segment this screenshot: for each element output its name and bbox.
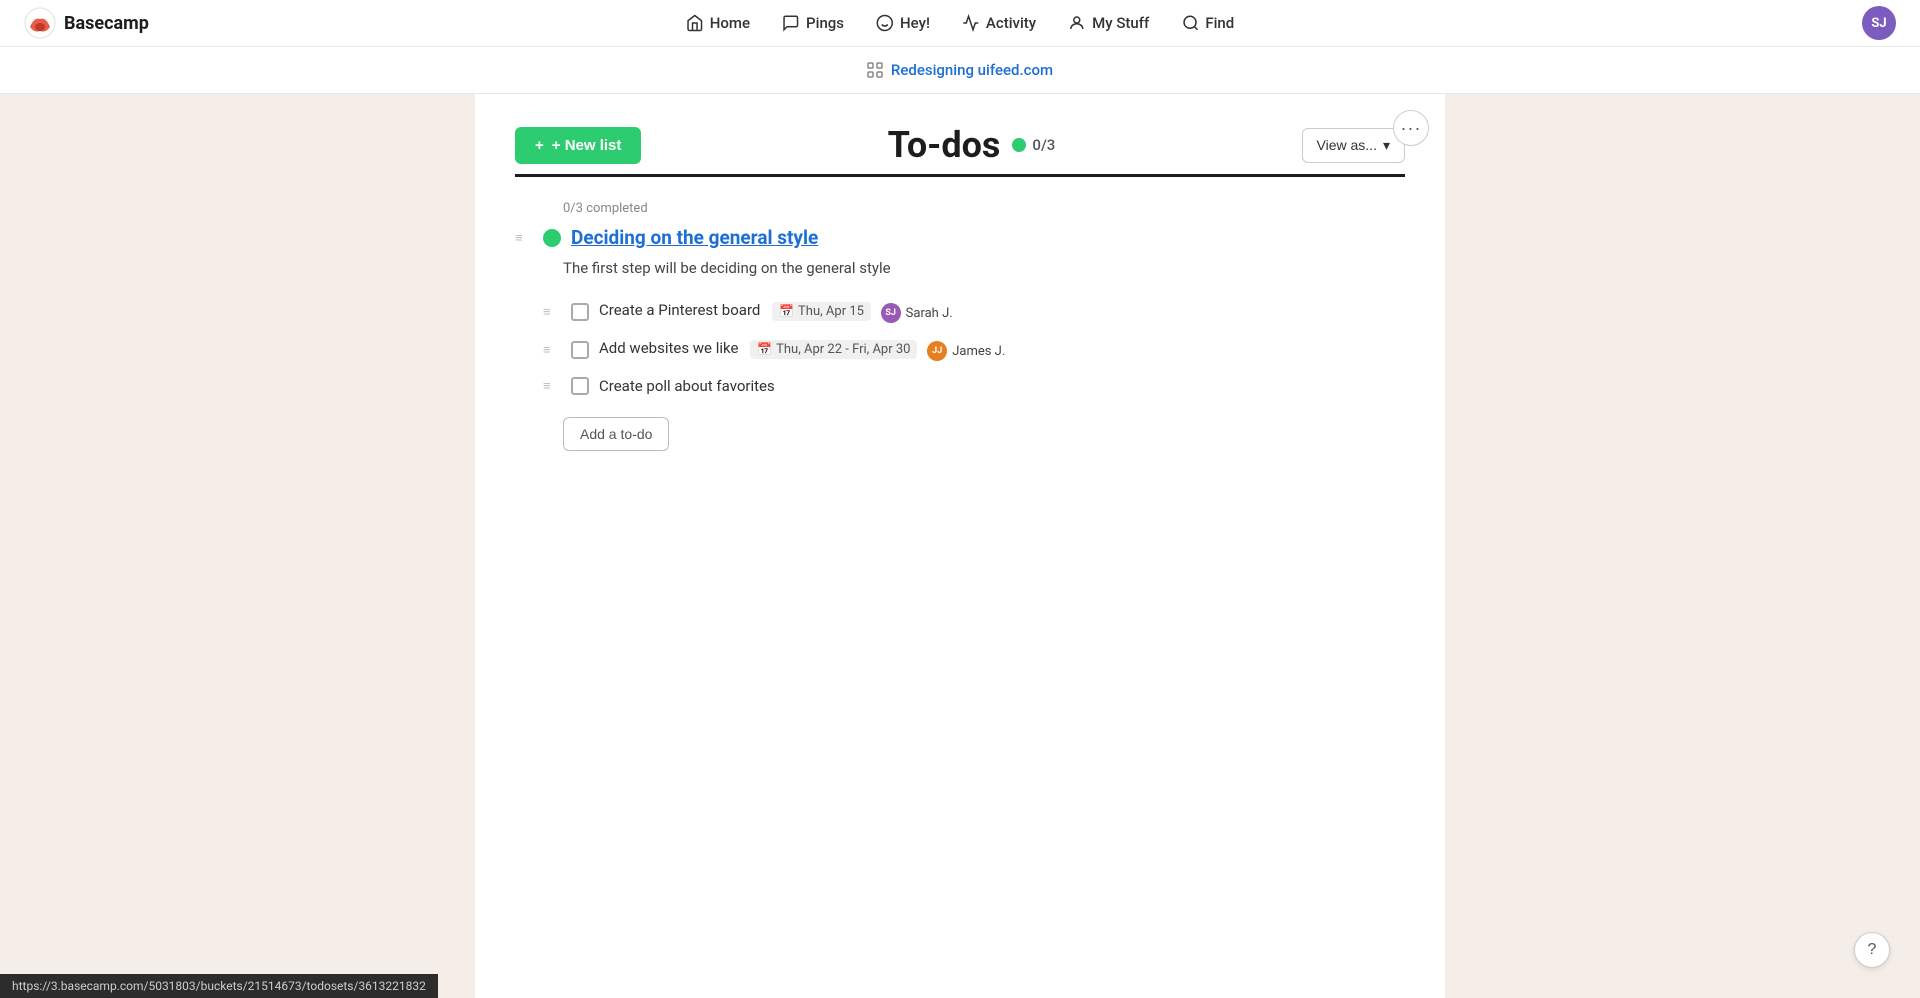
app-name: Basecamp — [64, 13, 149, 34]
nav-activity[interactable]: Activity — [948, 8, 1050, 38]
help-icon: ? — [1868, 941, 1877, 959]
project-bar: Redesigning uifeed.com — [0, 47, 1920, 94]
assignee-avatar-1: SJ — [881, 303, 901, 323]
find-icon — [1181, 14, 1199, 32]
completed-label: 0/3 completed — [563, 201, 1405, 216]
add-todo-button[interactable]: Add a to-do — [563, 417, 669, 451]
nav-pings[interactable]: Pings — [768, 8, 858, 38]
drag-handle-icon[interactable]: ≡ — [543, 342, 561, 358]
top-nav: Basecamp Home Pings Hey! — [0, 0, 1920, 47]
nav-pings-label: Pings — [806, 14, 844, 32]
todo-list-section: 0/3 completed ≡ Deciding on the general … — [515, 201, 1405, 451]
grid-icon — [867, 62, 883, 78]
progress-badge: 0/3 — [1012, 136, 1055, 154]
new-list-button[interactable]: + + New list — [515, 127, 641, 164]
basecamp-logo-icon — [24, 7, 56, 39]
drag-handle-icon[interactable]: ≡ — [515, 230, 533, 246]
user-avatar[interactable]: SJ — [1862, 6, 1896, 40]
view-as-button[interactable]: View as... ▾ — [1302, 128, 1405, 163]
list-status-dot — [543, 229, 561, 247]
table-row: ≡ Create poll about favorites — [543, 369, 1405, 403]
header-divider — [515, 174, 1405, 177]
chevron-down-icon: ▾ — [1383, 137, 1390, 154]
calendar-icon: 📅 — [757, 342, 772, 356]
nav-my-stuff[interactable]: My Stuff — [1054, 8, 1163, 38]
pings-icon — [782, 14, 800, 32]
todo-text-1: Create a Pinterest board 📅 Thu, Apr 15 S… — [599, 301, 1405, 323]
nav-home[interactable]: Home — [672, 8, 764, 38]
drag-handle-icon[interactable]: ≡ — [543, 378, 561, 394]
plus-icon: + — [535, 137, 544, 154]
view-as-label: View as... — [1317, 137, 1377, 153]
nav-hey-label: Hey! — [900, 14, 930, 32]
activity-icon — [962, 14, 980, 32]
main-wrapper: ··· + + New list To-dos 0/3 View as... ▾ — [0, 94, 1920, 998]
user-initials: SJ — [1871, 16, 1886, 31]
todo-checkbox-1[interactable] — [571, 303, 589, 321]
list-description: The first step will be deciding on the g… — [563, 259, 1405, 277]
drag-handle-icon[interactable]: ≡ — [543, 304, 561, 320]
nav-hey[interactable]: Hey! — [862, 8, 944, 38]
nav-find-label: Find — [1205, 14, 1234, 32]
todo-due-2: 📅 Thu, Apr 22 - Fri, Apr 30 — [750, 340, 917, 359]
three-dots-icon: ··· — [1401, 118, 1422, 139]
status-url: https://3.basecamp.com/5031803/buckets/2… — [12, 979, 426, 993]
table-row: ≡ Add websites we like 📅 Thu, Apr 22 - F… — [543, 331, 1405, 369]
progress-dot — [1012, 138, 1026, 152]
todo-checkbox-2[interactable] — [571, 341, 589, 359]
hey-icon — [876, 14, 894, 32]
nav-home-label: Home — [710, 14, 750, 32]
list-title-row: ≡ Deciding on the general style — [515, 226, 1405, 249]
nav-links: Home Pings Hey! Activity — [672, 8, 1248, 38]
logo-link[interactable]: Basecamp — [24, 7, 149, 39]
progress-count: 0/3 — [1032, 136, 1055, 154]
table-row: ≡ Create a Pinterest board 📅 Thu, Apr 15… — [543, 293, 1405, 331]
new-list-label: + New list — [552, 137, 622, 154]
todo-text-3: Create poll about favorites — [599, 377, 1405, 395]
project-name: Redesigning uifeed.com — [891, 61, 1053, 79]
nav-find[interactable]: Find — [1167, 8, 1248, 38]
project-link[interactable]: Redesigning uifeed.com — [867, 61, 1053, 79]
assignee-badge-2: JJ James J. — [927, 341, 1005, 361]
page-title: To-dos — [888, 124, 1001, 166]
list-title-link[interactable]: Deciding on the general style — [571, 226, 818, 249]
assignee-avatar-2: JJ — [927, 341, 947, 361]
todo-checkbox-3[interactable] — [571, 377, 589, 395]
todo-due-1: 📅 Thu, Apr 15 — [772, 302, 871, 321]
content-panel: ··· + + New list To-dos 0/3 View as... ▾ — [475, 94, 1445, 998]
nav-activity-label: Activity — [986, 14, 1036, 32]
nav-my-stuff-label: My Stuff — [1092, 14, 1149, 32]
header-row: + + New list To-dos 0/3 View as... ▾ — [515, 124, 1405, 166]
home-icon — [686, 14, 704, 32]
panel-options-button[interactable]: ··· — [1393, 110, 1429, 146]
panel-options: ··· — [1393, 110, 1429, 146]
page-title-group: To-dos 0/3 — [888, 124, 1056, 166]
bottom-status-bar: https://3.basecamp.com/5031803/buckets/2… — [0, 974, 438, 998]
todo-text-2: Add websites we like 📅 Thu, Apr 22 - Fri… — [599, 339, 1405, 361]
assignee-badge-1: SJ Sarah J. — [881, 303, 953, 323]
calendar-icon: 📅 — [779, 304, 794, 318]
my-stuff-icon — [1068, 14, 1086, 32]
help-button[interactable]: ? — [1854, 932, 1890, 968]
